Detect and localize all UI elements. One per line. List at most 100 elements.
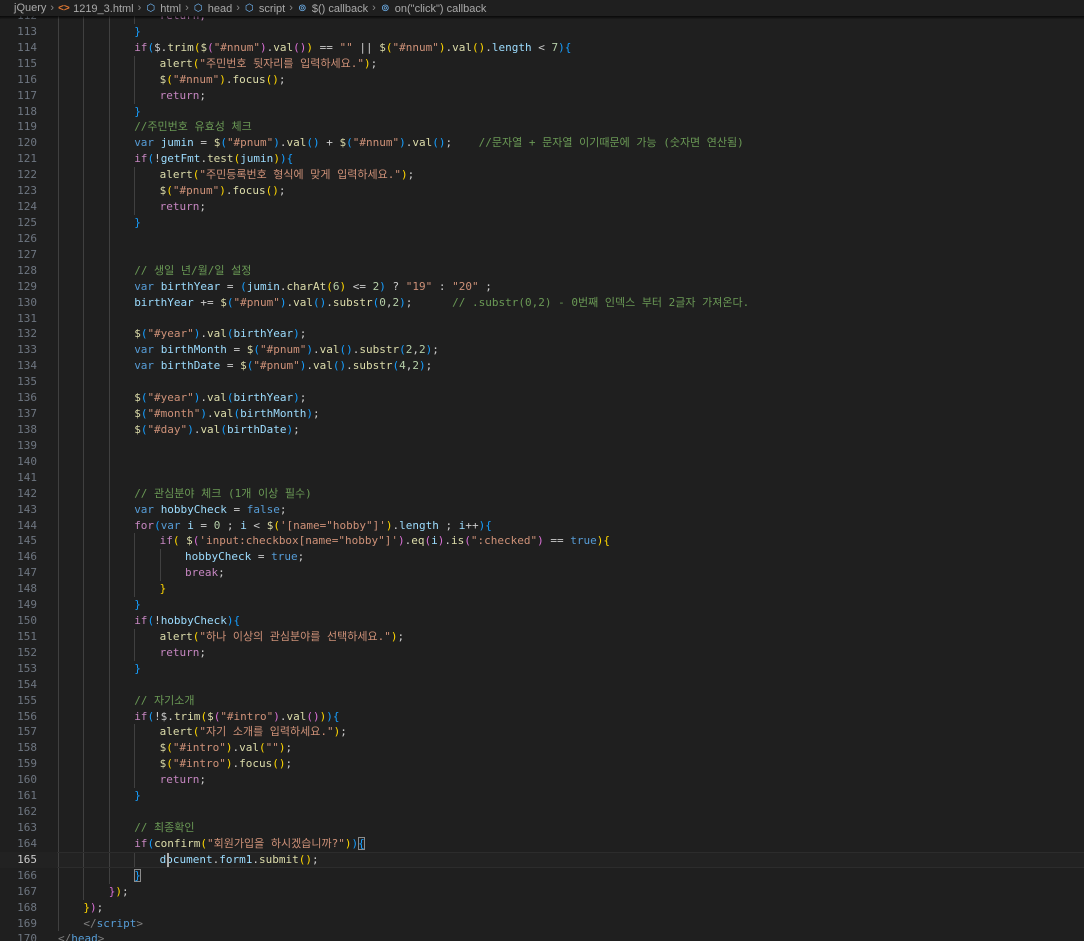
code-line[interactable]: 133 var birthMonth = $("#pnum").val().sub… bbox=[0, 342, 1084, 359]
code-line[interactable]: 159 $("#intro").focus(); bbox=[0, 756, 1084, 773]
breadcrumb-item[interactable]: ⬡ head bbox=[193, 1, 232, 16]
code-line[interactable]: 134 var birthDate = $("#pnum").val().subs… bbox=[0, 358, 1084, 375]
breadcrumb-item[interactable]: ⬡ script bbox=[244, 1, 285, 16]
indent-guide bbox=[134, 581, 136, 598]
code-token: ( bbox=[385, 40, 393, 54]
indent-guide bbox=[58, 883, 59, 900]
code-line[interactable]: 132 $("#year").val(birthYear); bbox=[0, 326, 1084, 343]
code-line[interactable]: 131 bbox=[0, 310, 1084, 327]
code-text: return; bbox=[160, 199, 206, 215]
code-token: . bbox=[279, 709, 287, 723]
breadcrumb-item[interactable]: ⊚ on("click") callback bbox=[380, 1, 486, 16]
code-line[interactable]: 157 alert("자기 소개를 입력하세요."); bbox=[0, 724, 1084, 741]
code-line[interactable]: 163 // 최종확인 bbox=[0, 820, 1084, 836]
breadcrumb-item[interactable]: <> 1219_3.html bbox=[58, 1, 134, 16]
code-line[interactable]: 118} bbox=[0, 103, 1084, 120]
code-line[interactable]: 135 bbox=[0, 374, 1084, 391]
code-token: ) bbox=[558, 40, 565, 54]
code-line[interactable]: 141 bbox=[0, 469, 1084, 486]
code-line[interactable]: 169 </script> bbox=[0, 915, 1084, 932]
code-line[interactable]: 121 if(!getFmt.test(jumin)){ bbox=[0, 151, 1084, 168]
indent-guide bbox=[58, 374, 59, 391]
code-line[interactable]: 149} bbox=[0, 597, 1084, 614]
breadcrumb-item[interactable]: ⬡ html bbox=[145, 1, 181, 16]
code-line[interactable]: 170 </head> bbox=[0, 931, 1084, 941]
code-line[interactable]: 125} bbox=[0, 214, 1084, 231]
code-line[interactable]: 123 $("#pnum").focus(); bbox=[0, 183, 1084, 200]
code-line[interactable]: 117 return; bbox=[0, 87, 1084, 104]
code-line[interactable]: 142 // 관심분야 체크 (1개 이상 필수) bbox=[0, 485, 1084, 502]
breadcrumb-item[interactable]: jQuery bbox=[0, 0, 46, 16]
code-line[interactable]: 138 $("#day").val(birthDate); bbox=[0, 421, 1084, 438]
code-line[interactable]: 122 alert("주민등록번호 형식에 맞게 입력하세요."); bbox=[0, 167, 1084, 184]
code-line[interactable]: 165 document.form1.submit(); bbox=[0, 851, 1084, 868]
code-line[interactable]: 127 bbox=[0, 246, 1084, 263]
code-token: val bbox=[286, 709, 307, 723]
code-line[interactable]: 161} bbox=[0, 788, 1084, 805]
code-line[interactable]: 166} bbox=[0, 867, 1084, 884]
code-token: . bbox=[346, 359, 353, 373]
code-line[interactable]: 124 return; bbox=[0, 199, 1084, 215]
code-line[interactable]: 136 $("#year").val(birthYear); bbox=[0, 390, 1084, 407]
code-line[interactable]: 144 for(var i = 0 ; i < $('[name="hobby"]… bbox=[0, 517, 1084, 534]
code-text: return; bbox=[160, 772, 206, 788]
breadcrumb-item[interactable]: ⊚ $() callback bbox=[297, 1, 368, 16]
code-line[interactable]: 119 //주민번호 유효성 체크 bbox=[0, 119, 1084, 136]
code-line[interactable]: 152 return; bbox=[0, 644, 1084, 661]
code-line[interactable]: 130 birthYear += $("#pnum").val().substr(… bbox=[0, 294, 1084, 311]
code-line[interactable]: 143 var hobbyCheck = false; bbox=[0, 501, 1084, 518]
indent-guide bbox=[134, 628, 136, 645]
code-line[interactable]: 158 $("#intro").val(""); bbox=[0, 740, 1084, 757]
code-token: script bbox=[96, 916, 137, 930]
code-line[interactable]: 153} bbox=[0, 660, 1084, 677]
code-line[interactable]: 156 if(!$.trim($("#intro").val())){ bbox=[0, 708, 1084, 725]
code-line[interactable]: 145 if( $('input:checkbox[name="hobby"]')… bbox=[0, 533, 1084, 550]
code-line[interactable]: 155 // 자기소개 bbox=[0, 692, 1084, 709]
indent-guide bbox=[58, 644, 59, 661]
code-token: $ bbox=[134, 422, 141, 436]
code-line[interactable]: 164 if(confirm("회원가입을 하시겠습니까?")){ bbox=[0, 835, 1084, 852]
code-line[interactable]: 151 alert("하나 이상의 관심분야를 선택하세요."); bbox=[0, 628, 1084, 645]
code-token: } bbox=[134, 789, 141, 803]
code-token: $ bbox=[379, 40, 386, 54]
code-line[interactable]: 139 bbox=[0, 437, 1084, 454]
indent-guide bbox=[83, 628, 85, 645]
line-number: 148 bbox=[17, 582, 37, 596]
code-line[interactable]: 150 if(!hobbyCheck){ bbox=[0, 613, 1084, 629]
code-token: $. bbox=[154, 40, 168, 54]
code-line[interactable]: 126 bbox=[0, 230, 1084, 247]
code-line[interactable]: 137 $("#month").val(birthMonth); bbox=[0, 406, 1084, 422]
code-line[interactable]: 167}); bbox=[0, 883, 1084, 900]
code-line[interactable]: 112 return; bbox=[0, 16, 1084, 24]
code-line[interactable]: 113} bbox=[0, 23, 1084, 40]
code-line[interactable]: 160 return; bbox=[0, 772, 1084, 789]
code-editor[interactable]: 112return;113}114if($.trim($("#nnum").va… bbox=[0, 16, 1084, 941]
code-token: ; bbox=[405, 295, 453, 309]
line-number: 157 bbox=[17, 725, 37, 739]
code-token: $ bbox=[134, 407, 141, 421]
code-line[interactable]: 168}); bbox=[0, 899, 1084, 916]
code-line[interactable]: 129 var birthYear = (jumin.charAt(6) <= 2… bbox=[0, 278, 1084, 295]
line-number: 113 bbox=[17, 24, 37, 38]
indent-guide bbox=[58, 390, 59, 407]
code-token: i bbox=[431, 534, 438, 548]
code-token: : bbox=[432, 279, 453, 293]
code-token: length bbox=[491, 40, 532, 54]
code-line[interactable]: 120 var jumin = $("#pnum").val() + $("#nn… bbox=[0, 135, 1084, 152]
code-token: () bbox=[472, 40, 486, 54]
code-token: ++ bbox=[465, 518, 479, 532]
code-token: () bbox=[298, 852, 312, 866]
line-number: 121 bbox=[17, 152, 37, 166]
code-line[interactable]: 116 $("#nnum").focus(); bbox=[0, 71, 1084, 88]
code-line[interactable]: 154 bbox=[0, 676, 1084, 693]
code-token: ) bbox=[390, 629, 398, 643]
code-line[interactable]: 146 hobbyCheck = true; bbox=[0, 549, 1084, 566]
code-line[interactable]: 140 bbox=[0, 453, 1084, 470]
code-line[interactable]: 147 break; bbox=[0, 565, 1084, 582]
code-line[interactable]: 128 // 생일 년/월/일 설정 bbox=[0, 262, 1084, 279]
code-line[interactable]: 162 bbox=[0, 804, 1084, 821]
code-line[interactable]: 148} bbox=[0, 581, 1084, 598]
line-number: 128 bbox=[17, 263, 37, 277]
code-line[interactable]: 114 if($.trim($("#nnum").val()) == "" || … bbox=[0, 39, 1084, 56]
code-line[interactable]: 115 alert("주민번호 뒷자리를 입력하세요."); bbox=[0, 55, 1084, 72]
